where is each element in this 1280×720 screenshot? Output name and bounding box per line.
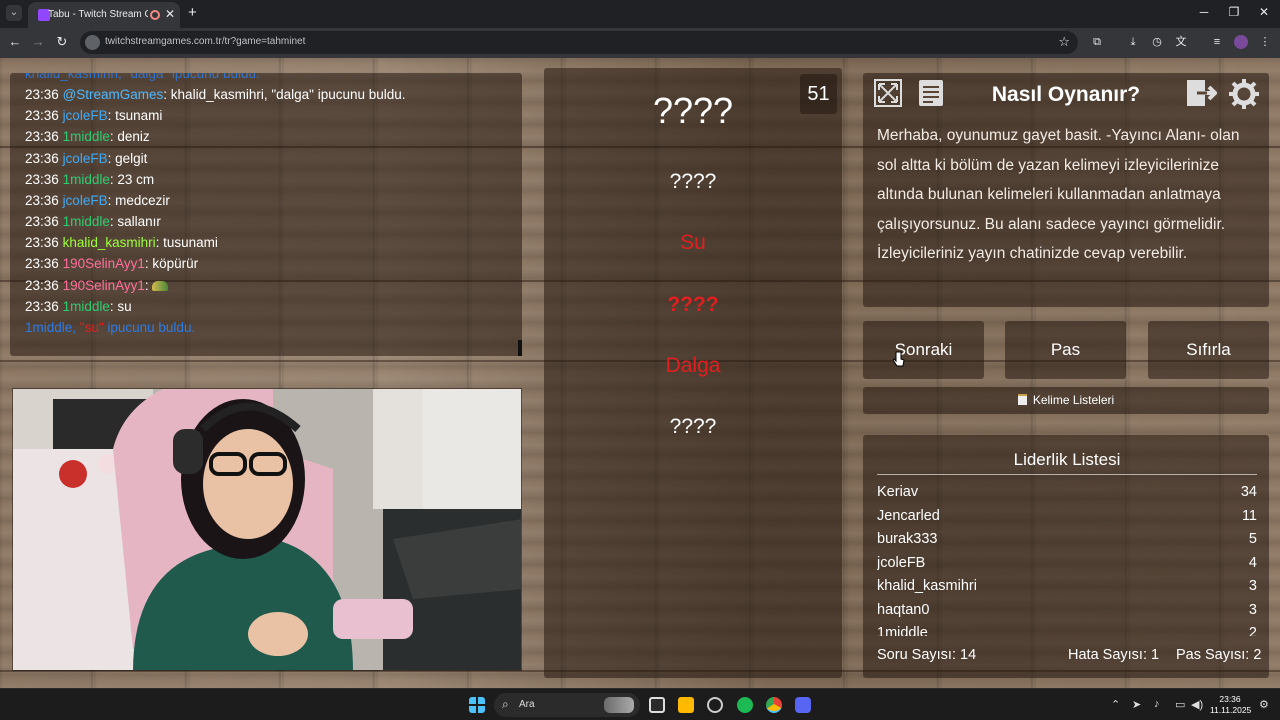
leaderboard-divider	[877, 474, 1257, 475]
chat-line: 23:36 1middle: 23 cm	[25, 172, 155, 187]
taboo-word: ????	[667, 293, 719, 316]
task-view-icon[interactable]	[649, 697, 665, 713]
leaderboard-row: haqtan0 3	[877, 601, 1257, 618]
mic-icon[interactable]: ♪	[1154, 698, 1160, 710]
taboo-word: Dalga	[665, 354, 721, 377]
minimize-button[interactable]: ─	[1194, 5, 1214, 19]
chat-line: 23:36 190SelinAyy1:	[25, 278, 169, 293]
volume-icon[interactable]: ◀)	[1191, 698, 1203, 711]
leaderboard-row: jcoleFB 4	[877, 554, 1257, 571]
forward-button[interactable]: →	[29, 34, 47, 49]
leaderboard-row: Keriav 34	[877, 484, 1257, 500]
mouse-cursor-icon	[893, 351, 905, 367]
taboo-word: ????	[669, 170, 717, 193]
leaderboard-row: burak333 5	[877, 531, 1257, 547]
chat-line: 23:36 1middle: sallanır	[25, 214, 161, 229]
extensions-icon[interactable]: ⧉	[1090, 35, 1104, 49]
settings-gear-icon[interactable]	[1228, 78, 1260, 110]
tab-title: Tabu - Twitch Stream Games	[48, 9, 148, 20]
emote-icon	[152, 281, 169, 292]
download-icon[interactable]: ⤓	[1126, 35, 1140, 49]
search-highlight-icon	[604, 697, 634, 713]
back-button[interactable]: ←	[6, 34, 24, 49]
exit-icon[interactable]	[1185, 78, 1217, 108]
translate-icon[interactable]: 文	[1174, 35, 1188, 49]
url-text: twitchstreamgames.com.tr/tr?game=tahmine…	[105, 36, 306, 47]
leaderboard-title: Liderlik Listesi	[1013, 450, 1121, 469]
telegram-icon[interactable]: ➤	[1132, 698, 1141, 711]
next-button[interactable]: Sonraki	[863, 321, 984, 379]
webcam-feed	[12, 388, 522, 671]
notification-icon[interactable]: ⚙	[1259, 698, 1269, 711]
menu-icon[interactable]: ⋮	[1258, 35, 1272, 49]
tab-search-icon[interactable]: ⌄	[6, 5, 22, 21]
chat-line: 23:36 jcoleFB: medcezir	[25, 193, 170, 208]
leaderboard-list[interactable]: Keriav 34 Jencarled 11 burak333 5 jcoleFB 4 …	[877, 484, 1257, 636]
new-tab-button[interactable]: +	[188, 4, 197, 21]
chat-line: 23:36 1middle: su	[25, 299, 132, 314]
game-page: khalid_kasmihri, "dalga" ipucunu buldu. …	[0, 58, 1280, 688]
search-icon: ⌕	[502, 697, 509, 711]
question-count: Soru Sayısı: 14	[877, 647, 977, 663]
recording-icon	[150, 10, 160, 20]
network-icon[interactable]: ▭	[1175, 698, 1185, 711]
windows-start-icon[interactable]	[469, 697, 485, 713]
taskbar-search[interactable]: ⌕ Ara	[494, 693, 640, 717]
leaderboard-row: khalid_kasmihri 3	[877, 578, 1257, 594]
close-window-button[interactable]: ✕	[1254, 5, 1274, 19]
restore-button[interactable]: ❐	[1224, 5, 1244, 19]
chat-line: 23:36 1middle: deniz	[25, 129, 150, 144]
reload-button[interactable]: ↻	[53, 34, 71, 50]
chat-line: 23:36 khalid_kasmihri: tusunami	[25, 235, 218, 250]
profile-avatar[interactable]	[1234, 35, 1248, 49]
tab-active[interactable]: Tabu - Twitch Stream Games ✕	[28, 2, 180, 28]
address-bar[interactable]: twitchstreamgames.com.tr/tr?game=tahmine…	[80, 31, 1078, 54]
word-lists-button[interactable]: Kelime Listeleri	[863, 387, 1269, 414]
chat-hint-found: 1middle, "su" ipucunu buldu.	[25, 320, 196, 335]
target-word: ????	[652, 90, 734, 131]
notepad-icon	[1017, 394, 1027, 405]
pass-count: Pas Sayısı: 2	[1176, 647, 1262, 663]
file-explorer-icon[interactable]	[678, 697, 694, 713]
tray-chevron-icon[interactable]: ⌃	[1111, 698, 1120, 711]
system-clock[interactable]: 23:36 11.11.2025	[1210, 694, 1252, 716]
chat-scrollbar[interactable]	[518, 340, 522, 356]
chat-line: 23:36 190SelinAyy1: köpürür	[25, 256, 199, 271]
leaderboard-row: 1middle 2	[877, 625, 1257, 636]
app-circle-icon[interactable]	[707, 697, 723, 713]
taboo-word: ????	[669, 415, 717, 438]
reset-button[interactable]: Sıfırla	[1148, 321, 1269, 379]
site-info-icon[interactable]	[85, 35, 100, 50]
how-to-play-text: Merhaba, oyunumuz gayet basit. -Yayıncı …	[877, 127, 1240, 263]
media-control-icon[interactable]: ≡	[1210, 35, 1224, 49]
bookmark-star-icon[interactable]: ☆	[1058, 34, 1070, 50]
spotify-icon[interactable]	[737, 697, 753, 713]
discord-icon[interactable]	[795, 697, 811, 713]
chat-panel: khalid_kasmihri, "dalga" ipucunu buldu. …	[10, 73, 522, 356]
browser-toolbar: ← → ↻ twitchstreamgames.com.tr/tr?game=t…	[0, 28, 1280, 58]
error-count: Hata Sayısı: 1	[1068, 647, 1160, 663]
history-icon[interactable]: ◷	[1150, 35, 1164, 49]
clock-date: 11.11.2025	[1210, 705, 1252, 715]
taboo-word: Su	[680, 231, 706, 254]
chat-line: 23:36 @StreamGames: khalid_kasmihri, "da…	[25, 87, 406, 102]
leaderboard-row: Jencarled 11	[877, 507, 1257, 524]
close-tab-icon[interactable]: ✕	[165, 7, 175, 21]
chat-line: 23:36 jcoleFB: tsunami	[25, 108, 163, 123]
tab-strip: ⌄ Tabu - Twitch Stream Games ✕ + ─ ❐ ✕	[0, 0, 1280, 28]
taskbar-search-label: Ara	[519, 699, 535, 710]
pass-button[interactable]: Pas	[1005, 321, 1126, 379]
chrome-icon[interactable]	[766, 697, 782, 713]
webcam-image	[13, 389, 521, 670]
chat-line-cut: khalid_kasmihri, "dalga" ipucunu buldu.	[25, 73, 260, 81]
windows-taskbar: ⌕ Ara ⌃ ➤ ♪ ▭ ◀) 23:36 11.11.2025 ⚙	[0, 688, 1280, 720]
clock-time: 23:36	[1219, 694, 1241, 704]
chat-line: 23:36 jcoleFB: gelgit	[25, 151, 148, 166]
